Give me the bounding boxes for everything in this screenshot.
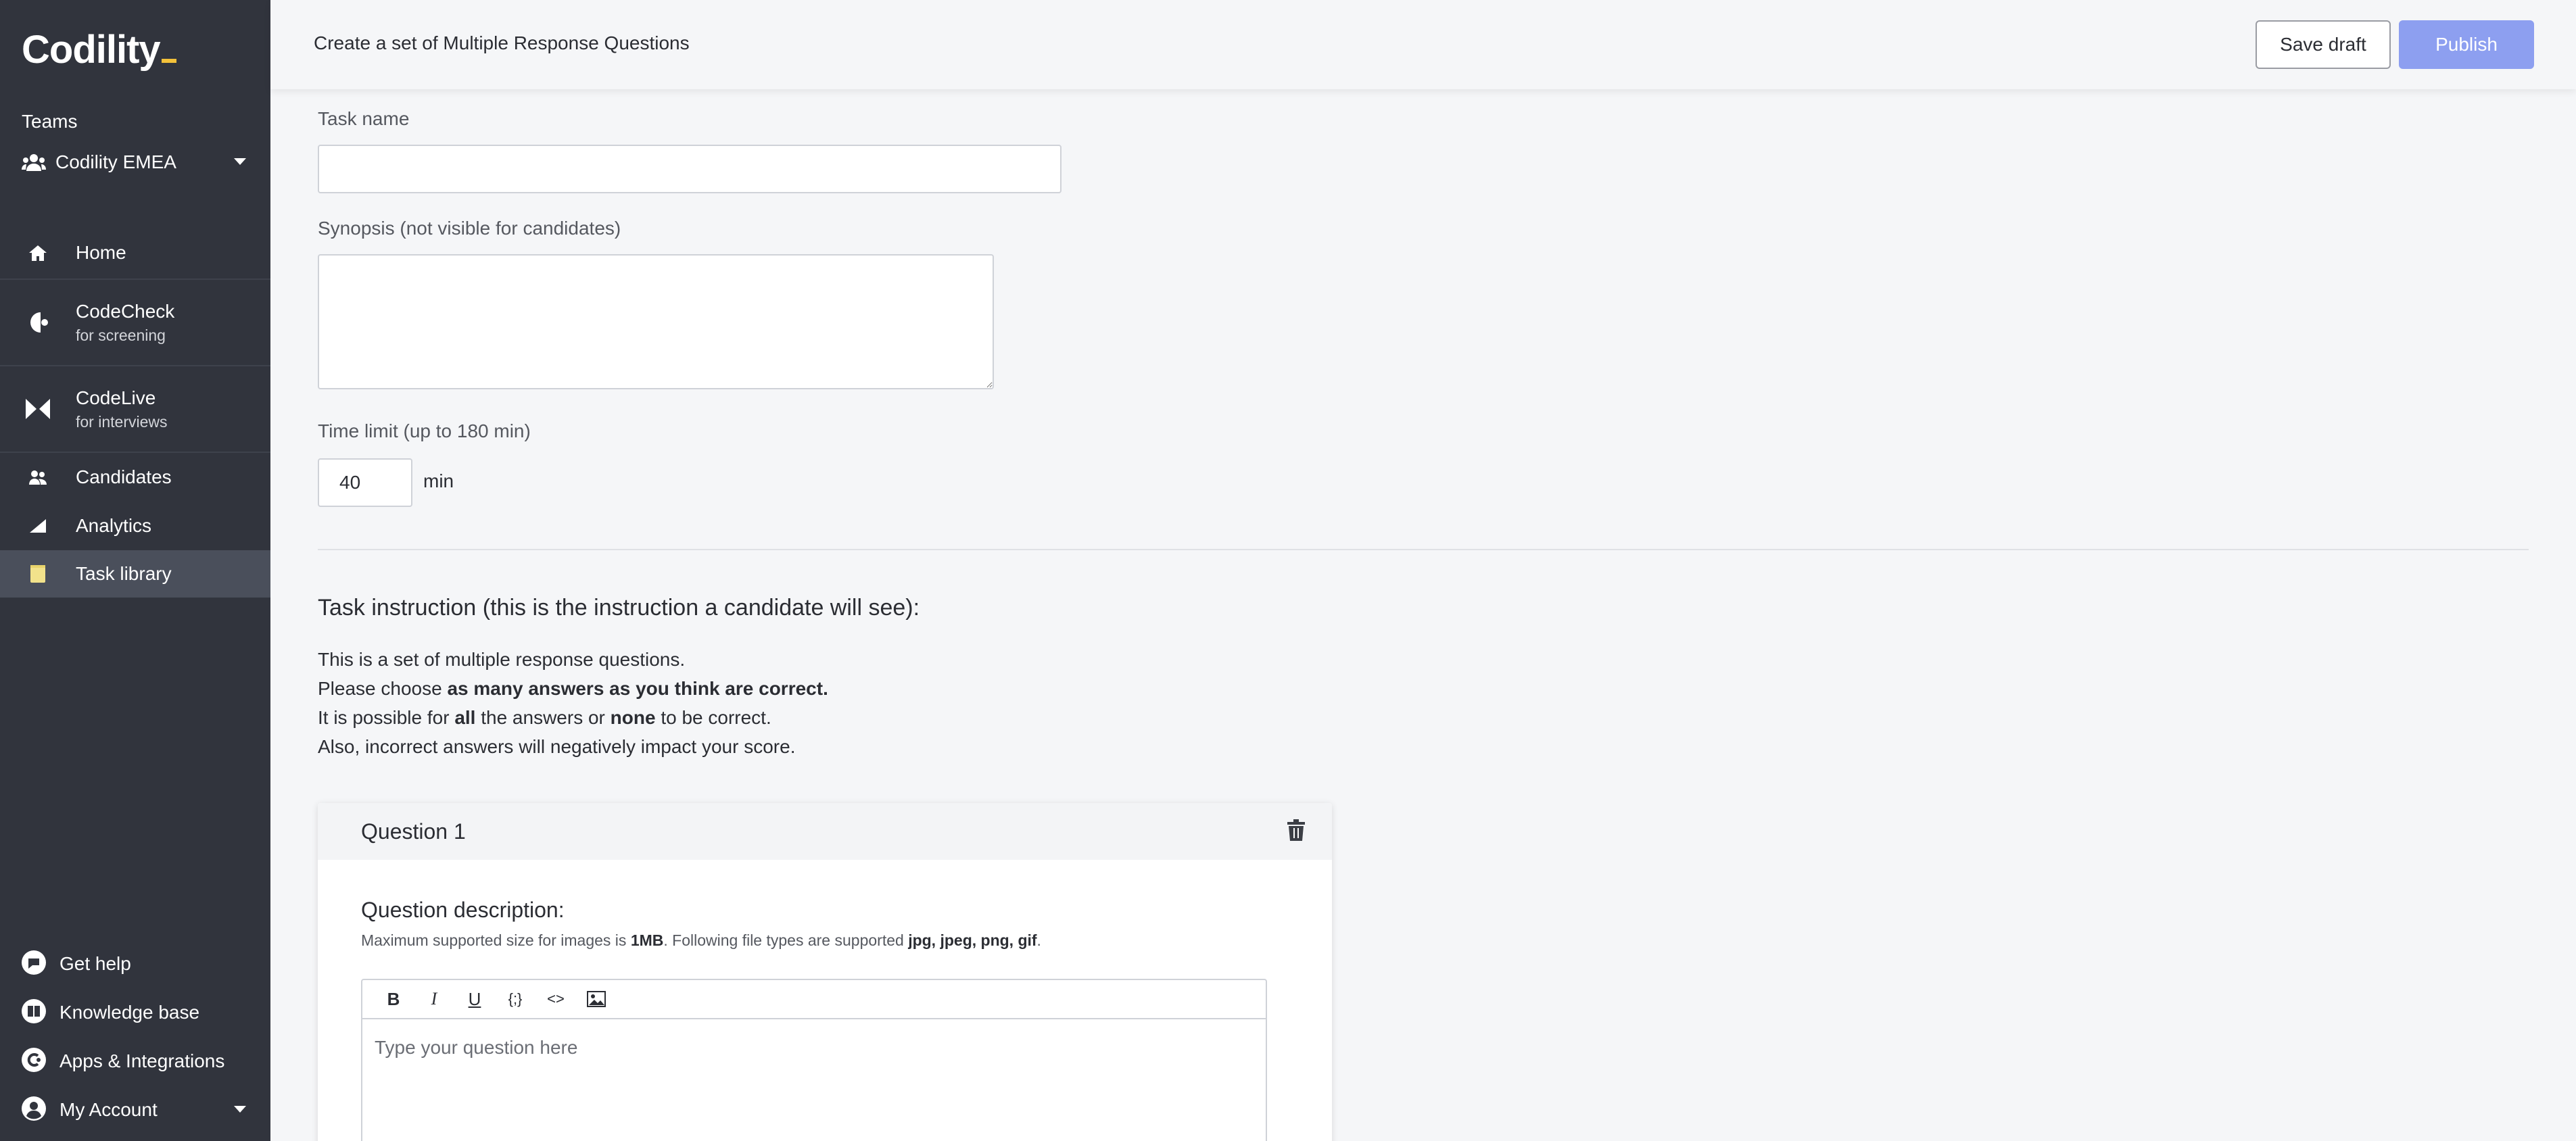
sidebar-item-label: Candidates <box>76 466 172 487</box>
sidebar-item-label: Knowledge base <box>59 1002 200 1023</box>
codelive-icon <box>0 399 76 419</box>
image-upload-note: Maximum supported size for images is 1MB… <box>361 931 1041 949</box>
sidebar-item-knowledge-base[interactable]: Knowledge base <box>22 998 252 1027</box>
sidebar-item-task-library[interactable]: Task library <box>0 550 270 598</box>
sidebar-item-label: Analytics <box>76 515 152 536</box>
code-block-button[interactable]: {;} <box>495 986 535 1013</box>
inline-code-button[interactable]: <> <box>535 986 576 1013</box>
sidebar-item-my-account[interactable]: My Account <box>22 1096 252 1123</box>
sidebar-item-label: CodeCheck <box>76 300 175 322</box>
page-header: Create a set of Multiple Response Questi… <box>270 0 2576 89</box>
sidebar-item-codelive[interactable]: CodeLive for interviews <box>0 366 270 453</box>
synopsis-label: Synopsis (not visible for candidates) <box>318 218 621 239</box>
sidebar-item-label: Home <box>76 242 126 263</box>
time-unit-label: min <box>423 470 454 491</box>
user-avatar-icon <box>22 1096 46 1124</box>
sidebar-item-sublabel: for screening <box>76 326 166 344</box>
image-icon[interactable] <box>576 986 617 1013</box>
instruction-line: Also, incorrect answers will negatively … <box>318 736 796 757</box>
sidebar: Codility Teams Codility EMEA Home CodeCh… <box>0 0 270 1141</box>
instruction-line: It is possible for all the answers or no… <box>318 707 771 728</box>
task-name-input[interactable] <box>318 145 1062 193</box>
sidebar-item-label: My Account <box>59 1099 158 1120</box>
sidebar-item-get-help[interactable]: Get help <box>22 950 252 977</box>
home-icon <box>0 244 76 262</box>
bold-button[interactable]: B <box>373 986 414 1013</box>
integrations-icon <box>22 1047 46 1075</box>
analytics-icon <box>0 519 76 533</box>
publish-button[interactable]: Publish <box>2399 20 2534 69</box>
sidebar-item-analytics[interactable]: Analytics <box>0 502 270 550</box>
sidebar-item-label: Task library <box>76 563 172 584</box>
chevron-down-icon <box>234 1106 246 1113</box>
instruction-title: Task instruction (this is the instructio… <box>318 595 920 621</box>
sidebar-item-home[interactable]: Home <box>0 227 270 280</box>
task-library-icon <box>0 565 76 583</box>
time-limit-input[interactable] <box>318 458 412 507</box>
chevron-down-icon <box>234 158 246 165</box>
question-editor: B I U {;} <> Type your question here <box>361 979 1267 1141</box>
team-select[interactable]: Codility EMEA <box>22 149 252 176</box>
chat-bubble-icon <box>22 950 46 978</box>
question-header: Question 1 <box>318 803 1332 860</box>
logo-text: Codility <box>22 28 161 72</box>
codility-logo[interactable]: Codility <box>22 27 176 72</box>
candidates-icon <box>0 470 76 485</box>
team-icon <box>22 152 47 172</box>
team-name: Codility EMEA <box>55 151 176 172</box>
codecheck-icon <box>0 311 76 334</box>
time-limit-label: Time limit (up to 180 min) <box>318 420 531 441</box>
sidebar-item-codecheck[interactable]: CodeCheck for screening <box>0 280 270 366</box>
task-name-label: Task name <box>318 108 410 129</box>
sidebar-item-candidates[interactable]: Candidates <box>0 453 270 502</box>
section-divider <box>318 549 2529 550</box>
italic-button[interactable]: I <box>414 986 454 1013</box>
instruction-text: This is a set of multiple response quest… <box>318 645 828 761</box>
editor-toolbar: B I U {;} <> <box>362 980 1266 1019</box>
question-card: Question 1 Question description: Maximum… <box>318 803 1332 1141</box>
sidebar-item-apps-integrations[interactable]: Apps & Integrations <box>22 1047 252 1075</box>
question-description-label: Question description: <box>361 898 565 922</box>
sidebar-item-label: Apps & Integrations <box>59 1050 225 1071</box>
instruction-line: This is a set of multiple response quest… <box>318 649 686 670</box>
sidebar-item-sublabel: for interviews <box>76 412 168 431</box>
question-input-placeholder[interactable]: Type your question here <box>375 1037 577 1059</box>
logo-cursor <box>161 59 176 63</box>
save-draft-button[interactable]: Save draft <box>2256 20 2391 69</box>
teams-label: Teams <box>22 111 78 132</box>
sidebar-item-label: Get help <box>59 953 131 974</box>
page-title: Create a set of Multiple Response Questi… <box>314 32 690 53</box>
question-title: Question 1 <box>361 819 466 844</box>
book-icon <box>22 998 46 1027</box>
synopsis-textarea[interactable] <box>318 254 994 389</box>
task-form: Task name Synopsis (not visible for cand… <box>270 89 2576 1141</box>
sidebar-item-label: CodeLive <box>76 387 156 408</box>
trash-icon[interactable] <box>1287 819 1305 844</box>
instruction-line: Please choose as many answers as you thi… <box>318 678 828 699</box>
underline-button[interactable]: U <box>454 986 495 1013</box>
